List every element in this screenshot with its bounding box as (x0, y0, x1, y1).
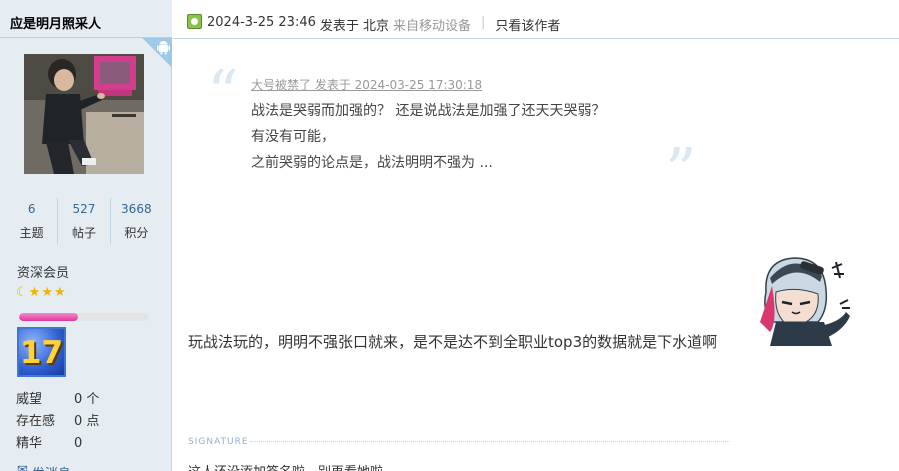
avatar[interactable] (24, 54, 144, 174)
open-quote-icon: “ (207, 56, 239, 129)
info-value: 0 点 (74, 414, 100, 429)
android-icon (157, 41, 170, 55)
signature-divider (250, 441, 730, 442)
post-header: 2024-3-25 23:46 发表于 北京 来自移动设备 | 只看该作者 (173, 0, 899, 39)
quote-source-link[interactable]: 大号被禁了 发表于 2024-03-25 17:30:18 (251, 76, 482, 93)
stat-posts[interactable]: 527 帖子 (58, 198, 111, 244)
user-panel: 应是明月照采人 6 主题 527 帖子 3668 积分 资深会员 ☾ ★ ★ ★… (0, 0, 172, 471)
quote-line: 之前哭弱的论点是，战法明明不强为 ... (251, 155, 493, 171)
user-stats: 6 主题 527 帖子 3668 积分 (6, 198, 162, 244)
stat-value: 527 (72, 202, 96, 216)
info-value: 0 (74, 436, 83, 451)
signature-text: 这人还没添加签名啦，别再看她啦 (188, 461, 383, 471)
info-row-digest: 精华 0 (16, 435, 99, 457)
info-key: 精华 (16, 436, 43, 451)
level-progress-fill (19, 313, 78, 321)
stat-value: 3668 (121, 202, 152, 216)
message-icon: ✉ (17, 463, 28, 471)
moon-icon: ☾ (16, 285, 28, 300)
info-row-prestige: 威望 0 个 (16, 391, 99, 413)
close-quote-icon: ” (665, 134, 697, 207)
avatar-image (24, 54, 144, 174)
post-datetime: 2024-3-25 23:46 (207, 15, 316, 30)
stat-label: 主题 (19, 226, 44, 240)
quote-body: 战法是哭弱而加强的？ 还是说战法是加强了还天天哭弱？ 有没有可能， 之前哭弱的论… (251, 98, 605, 176)
quote-line: 战法是哭弱而加强的？ 还是说战法是加强了还天天哭弱？ (251, 103, 606, 119)
stat-label: 帖子 (71, 226, 96, 240)
level-progress-bar (19, 313, 149, 321)
info-row-presence: 存在感 0 点 (16, 413, 99, 435)
send-message-link[interactable]: ✉ 发消息 (17, 463, 71, 471)
stat-label: 积分 (124, 226, 149, 240)
send-message-label: 发消息 (32, 463, 71, 471)
star-icon: ★ (53, 285, 66, 300)
user-panel-header: 应是明月照采人 (0, 0, 172, 38)
stat-threads[interactable]: 6 主题 (6, 198, 59, 244)
online-status-icon (187, 14, 202, 29)
quote-line: 有没有可能， (251, 129, 335, 145)
star-icon: ★ (41, 285, 53, 300)
post-meta: 2024-3-25 23:46 发表于 北京 来自移动设备 | 只看该作者 (207, 15, 560, 34)
medal-number: 17 (19, 335, 64, 371)
post-source[interactable]: 来自移动设备 (393, 15, 471, 34)
author-only-link[interactable]: 只看该作者 (495, 15, 560, 34)
anime-sticker-image (760, 257, 850, 346)
mobile-device-badge (142, 38, 172, 68)
rank-stars: ☾ ★ ★ ★ (16, 285, 66, 300)
medal-badge[interactable]: 17 (17, 327, 66, 377)
user-info: 威望 0 个 存在感 0 点 精华 0 (16, 391, 99, 457)
user-group[interactable]: 资深会员 (17, 262, 69, 281)
info-value: 0 个 (74, 392, 100, 407)
info-key: 威望 (16, 392, 43, 407)
signature-label: SIGNATURE (188, 437, 249, 447)
info-key: 存在感 (16, 414, 56, 429)
post-location: 发表于 北京 (319, 19, 390, 34)
post-message: 玩战法玩的，明明不强张口就来，是不是达不到全职业top3的数据就是下水道啊 (188, 333, 718, 351)
divider: | (481, 15, 486, 30)
star-icon: ★ (28, 285, 41, 300)
stat-value: 6 (27, 202, 36, 216)
stat-points[interactable]: 3668 积分 (111, 198, 162, 244)
username[interactable]: 应是明月照采人 (10, 13, 101, 32)
